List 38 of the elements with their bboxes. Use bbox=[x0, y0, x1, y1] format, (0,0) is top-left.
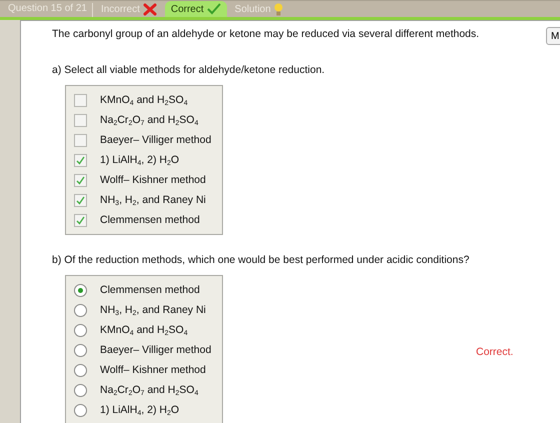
question-counter: Question 15 of 21 bbox=[4, 3, 93, 17]
checkbox[interactable] bbox=[74, 154, 87, 166]
option-label: Clemmensen method bbox=[100, 214, 200, 226]
checkbox[interactable] bbox=[74, 94, 87, 106]
checkbox[interactable] bbox=[74, 194, 87, 206]
option-label: KMnO$_{4}$ and H$_{2}$SO$_{4}$ bbox=[100, 94, 188, 106]
option-label: 1) LiAlH$_{4}$, 2) H$_{2}$O bbox=[100, 154, 180, 166]
option-label: Na$_{2}$Cr$_{2}$O$_{7}$ and H$_{2}$SO$_{4}$ bbox=[100, 114, 198, 126]
radio-button[interactable] bbox=[74, 344, 87, 356]
option-label: NH$_{3}$, H$_{2}$, and Raney Ni bbox=[100, 304, 206, 316]
option-label: NH$_{3}$, H$_{2}$, and Raney Ni bbox=[100, 194, 206, 206]
option-label: Na$_{2}$Cr$_{2}$O$_{7}$ and H$_{2}$SO$_{4}$ bbox=[100, 384, 198, 396]
side-button[interactable]: M bbox=[546, 27, 560, 45]
radio-button[interactable] bbox=[74, 404, 87, 416]
feedback-text: Correct. bbox=[476, 346, 514, 358]
checkbox[interactable] bbox=[74, 214, 87, 226]
option-label: KMnO$_{4}$ and H$_{2}$SO$_{4}$ bbox=[100, 324, 188, 336]
radio-button[interactable] bbox=[74, 324, 87, 336]
option-label: Baeyer– Villiger method bbox=[100, 344, 212, 356]
cross-icon bbox=[142, 2, 157, 16]
option-label: 1) LiAlH$_{4}$, 2) H$_{2}$O bbox=[100, 404, 180, 416]
option-label: Baeyer– Villiger method bbox=[100, 134, 212, 146]
question-intro: The carbonyl group of an aldehyde or ketone may be reduced via several different methods. bbox=[52, 28, 480, 40]
radio-button[interactable] bbox=[74, 284, 87, 296]
option-label: Clemmensen method bbox=[100, 284, 200, 296]
radio-button[interactable] bbox=[74, 364, 87, 376]
checkbox[interactable] bbox=[74, 114, 87, 126]
tab[interactable]: Correct bbox=[164, 1, 227, 17]
question-prompt: a) Select all viable methods for aldehyde/ketone reduction. bbox=[52, 64, 325, 76]
radio-button[interactable] bbox=[74, 384, 87, 396]
question-prompt: b) Of the reduction methods, which one would be best performed under acidic conditions? bbox=[52, 254, 470, 266]
option-label: Wolff– Kishner method bbox=[100, 364, 206, 376]
checkbox[interactable] bbox=[74, 174, 87, 186]
lightbulb-icon bbox=[274, 2, 283, 16]
checkbox[interactable] bbox=[74, 134, 87, 146]
option-label: Wolff– Kishner method bbox=[100, 174, 206, 186]
radio-button[interactable] bbox=[74, 304, 87, 316]
check-icon bbox=[206, 3, 221, 15]
